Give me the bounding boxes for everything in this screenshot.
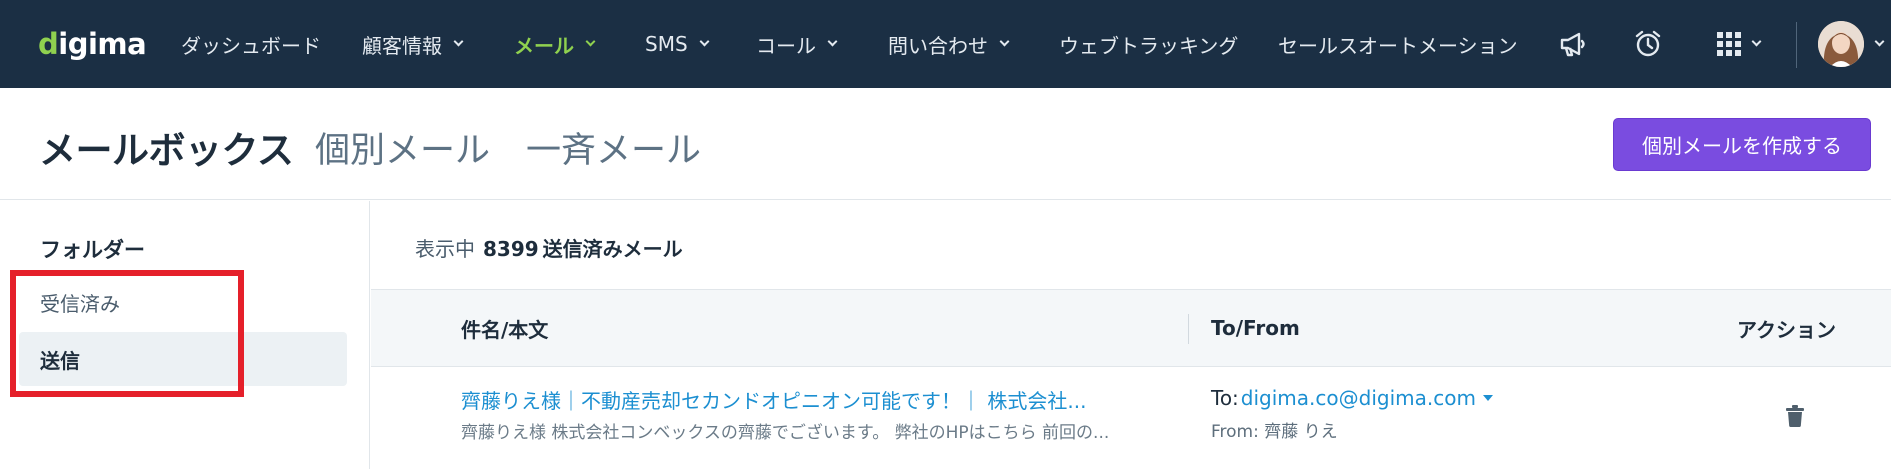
logo-leaf-mark: d bbox=[38, 27, 59, 61]
folder-heading: フォルダー bbox=[40, 238, 145, 262]
nav-customer-info[interactable]: 顧客情報 bbox=[362, 0, 464, 88]
result-count: 表示中 8399 送信済みメール bbox=[415, 237, 683, 261]
page-header: メールボックス 個別メール 一斉メール 個別メールを作成する bbox=[0, 88, 1891, 200]
apps-grid-icon[interactable] bbox=[1711, 26, 1747, 62]
nav-sms[interactable]: SMS bbox=[645, 0, 710, 88]
alarm-clock-icon[interactable] bbox=[1630, 26, 1666, 62]
folder-sidebar: フォルダー 受信済み 送信 bbox=[0, 201, 370, 469]
nav-dashboard[interactable]: ダッシュボード bbox=[181, 0, 321, 88]
mail-subject-link[interactable]: 齊藤りえ様｜不動産売却セカンドオピニオン可能です！｜ 株式会社... bbox=[461, 385, 1141, 414]
column-header-to-from[interactable]: To/From bbox=[1211, 290, 1300, 366]
chevron-down-icon bbox=[585, 36, 596, 47]
chevron-down-icon bbox=[827, 36, 838, 47]
digima-logo[interactable]: d igima bbox=[38, 24, 147, 64]
mail-body-snippet: 齊藤りえ様 株式会社コンベックスの齊藤でございます。 弊社のHPはこちら 前回の… bbox=[461, 423, 1110, 443]
mail-to: To: digima.co@digima.com bbox=[1211, 386, 1493, 410]
nav-call[interactable]: コール bbox=[756, 0, 838, 88]
table-header: 件名/本文 To/From アクション bbox=[371, 289, 1891, 367]
nav-inquiries[interactable]: 問い合わせ bbox=[888, 0, 1010, 88]
megaphone-icon[interactable] bbox=[1555, 26, 1591, 62]
profile-dropdown-toggle[interactable] bbox=[1874, 0, 1885, 88]
folder-item-received[interactable]: 受信済み bbox=[19, 275, 347, 329]
compose-individual-mail-button[interactable]: 個別メールを作成する bbox=[1613, 118, 1871, 171]
chevron-down-icon bbox=[1751, 36, 1762, 47]
column-divider bbox=[1188, 314, 1189, 344]
table-row[interactable]: 齊藤りえ様｜不動産売却セカンドオピニオン可能です！｜ 株式会社... 齊藤りえ様… bbox=[371, 368, 1891, 469]
nav-divider bbox=[1796, 22, 1797, 68]
page-title: メールボックス bbox=[39, 129, 294, 172]
recipient-address-link[interactable]: digima.co@digima.com bbox=[1241, 386, 1476, 410]
caret-down-icon[interactable] bbox=[1482, 395, 1493, 401]
apps-dropdown-toggle[interactable] bbox=[1751, 0, 1762, 88]
nav-mail[interactable]: メール bbox=[514, 0, 596, 88]
column-header-actions: アクション bbox=[1737, 317, 1836, 342]
user-avatar[interactable] bbox=[1818, 21, 1864, 67]
tab-bulk-mail[interactable]: 一斉メール bbox=[526, 122, 701, 173]
column-header-subject[interactable]: 件名/本文 bbox=[461, 290, 548, 366]
chevron-down-icon bbox=[1874, 36, 1885, 47]
trash-icon[interactable] bbox=[1783, 402, 1807, 430]
tab-individual-mail[interactable]: 個別メール bbox=[315, 122, 490, 173]
chevron-down-icon bbox=[699, 36, 710, 47]
top-navigation-bar: d igima ダッシュボード 顧客情報 メール SMS コール 問い合わせ ウェ… bbox=[0, 0, 1891, 88]
nav-web-tracking[interactable]: ウェブトラッキング bbox=[1059, 0, 1238, 88]
nav-sales-automation[interactable]: セールスオートメーション bbox=[1278, 0, 1518, 88]
chevron-down-icon bbox=[453, 36, 464, 47]
chevron-down-icon bbox=[999, 36, 1010, 47]
mail-from: From: 齊藤 りえ bbox=[1211, 422, 1338, 442]
mail-list-panel: 表示中 8399 送信済みメール 件名/本文 To/From アクション 齊藤りえ様… bbox=[371, 201, 1891, 469]
folder-item-sent[interactable]: 送信 bbox=[19, 332, 347, 386]
logo-text: igima bbox=[58, 27, 147, 61]
